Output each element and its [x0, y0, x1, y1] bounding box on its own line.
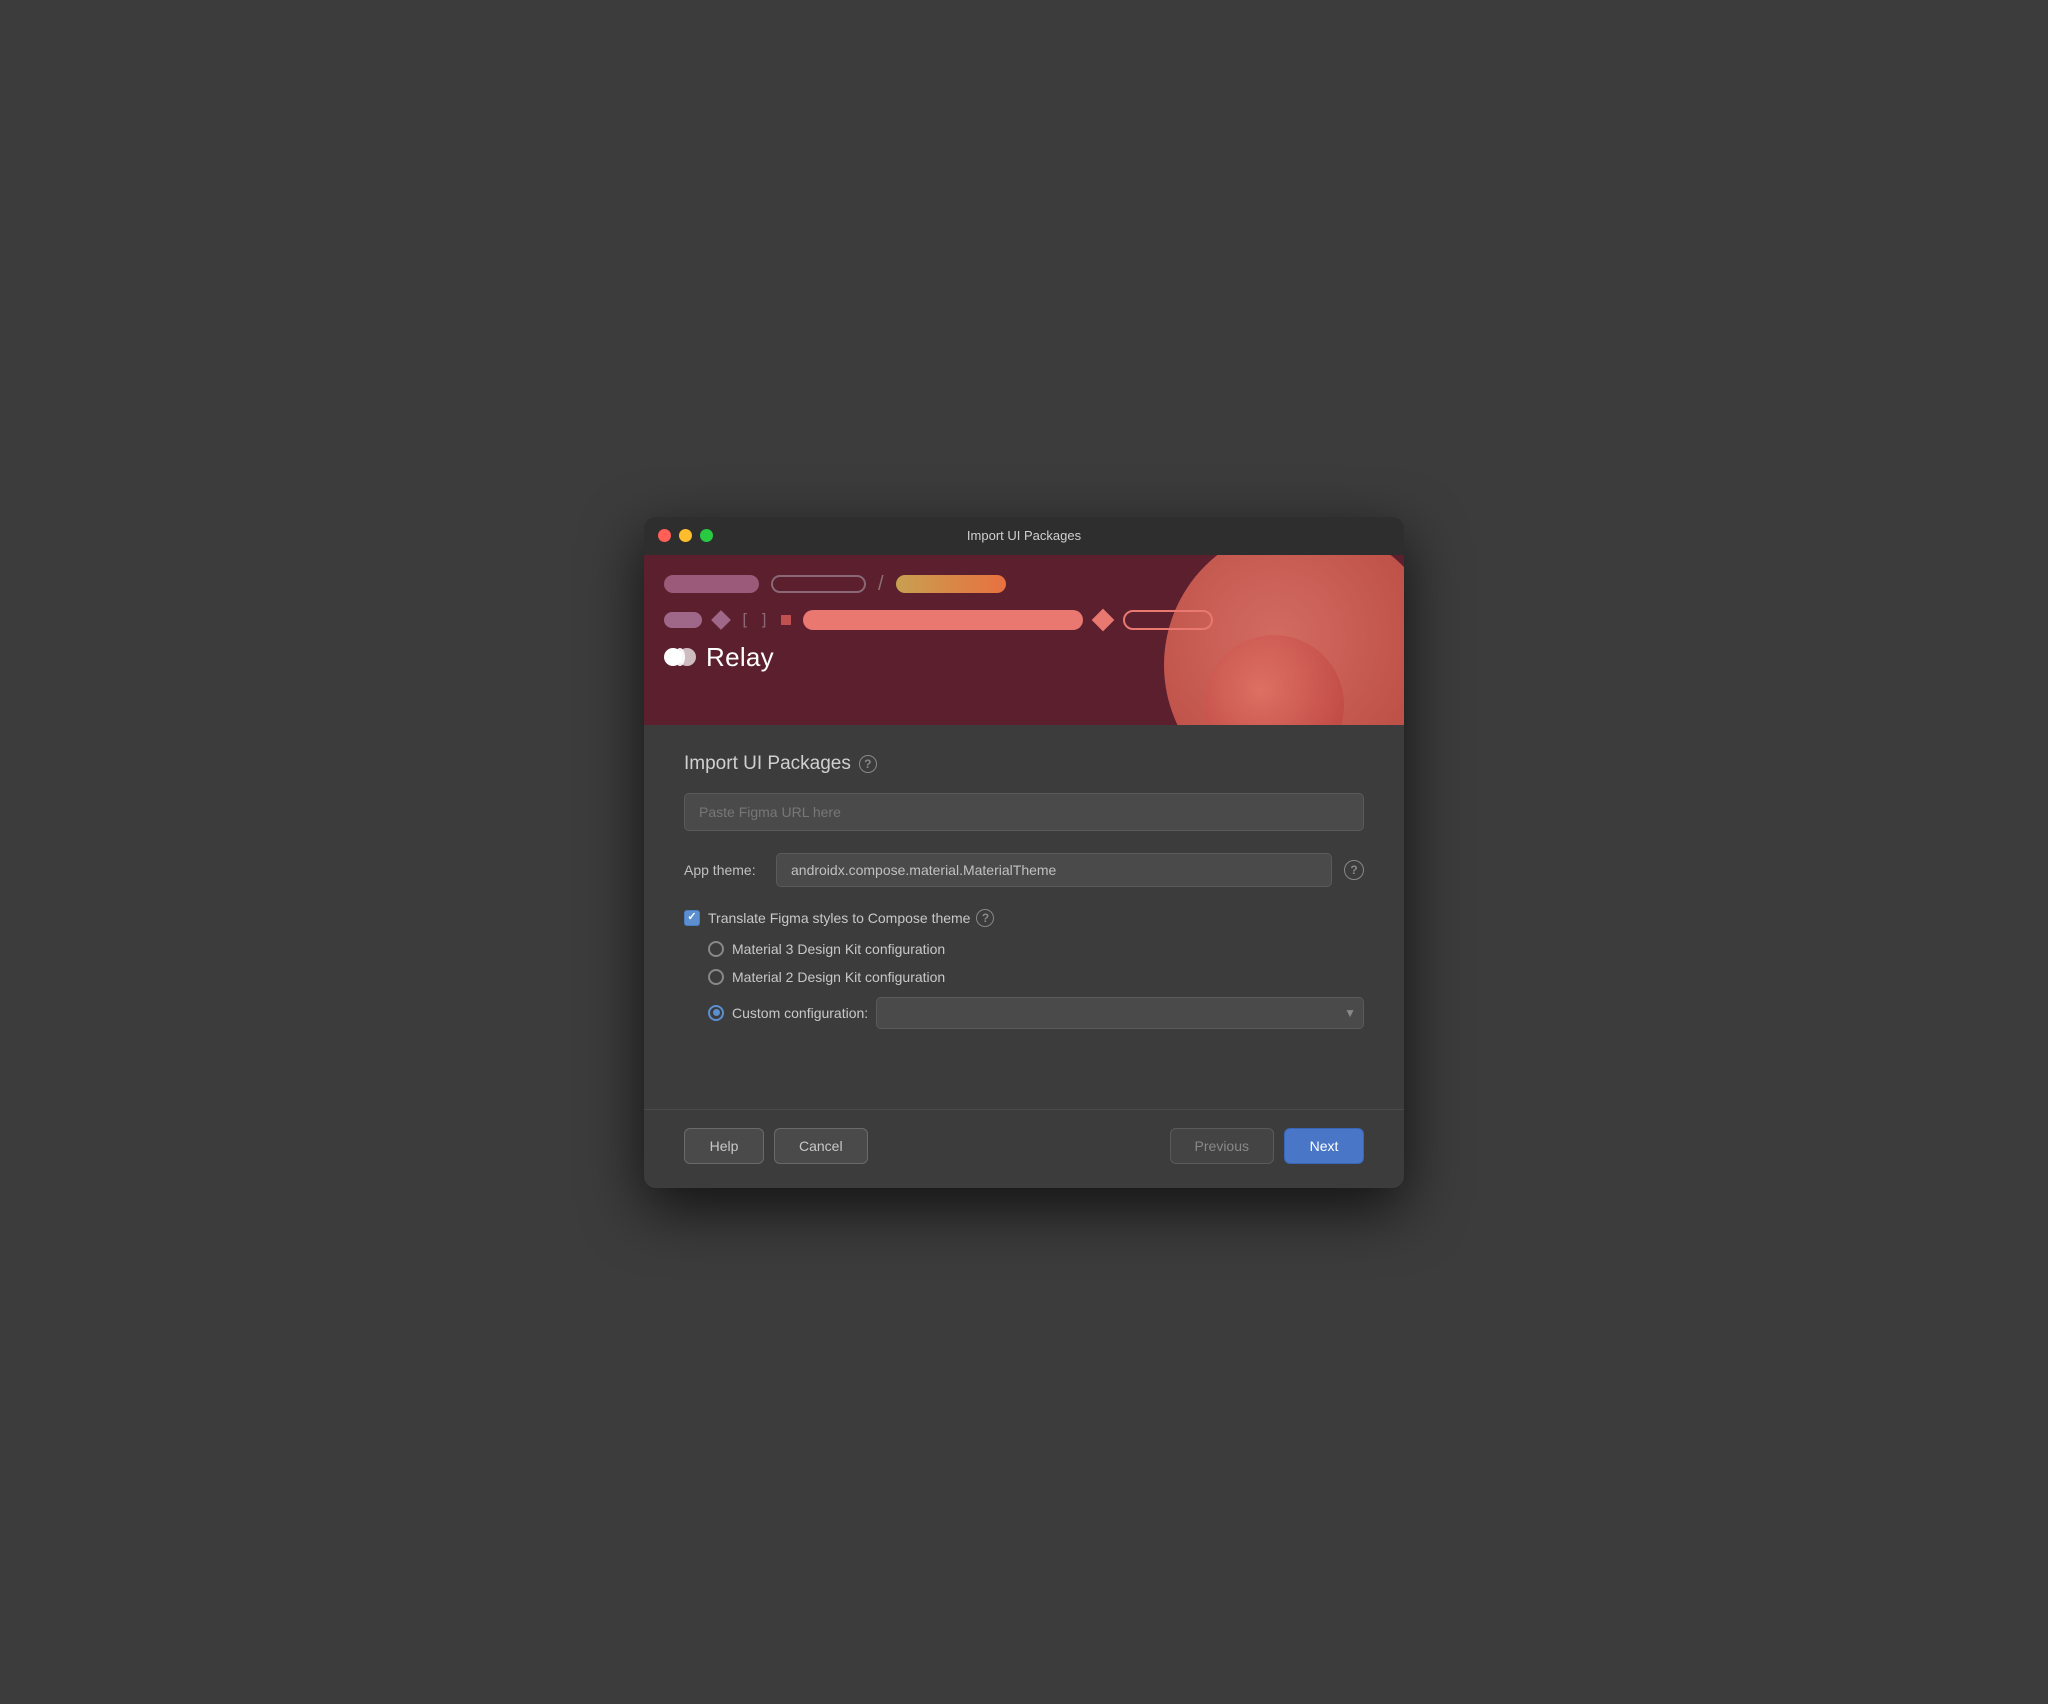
shape-pill-outline: [771, 575, 866, 593]
shape-diamond-icon: [711, 610, 731, 630]
help-button[interactable]: Help: [684, 1128, 764, 1164]
cancel-button[interactable]: Cancel: [774, 1128, 868, 1164]
figma-url-input[interactable]: [684, 793, 1364, 831]
radio-row-custom: Custom configuration: ▼: [708, 997, 1364, 1029]
shape-bracket-icon: [ ]: [740, 610, 769, 629]
app-theme-row: App theme: ?: [684, 853, 1364, 887]
custom-config-input-wrapper: ▼: [876, 997, 1364, 1029]
radio-custom-config[interactable]: [708, 1005, 724, 1021]
bottom-right-buttons: Previous Next: [1170, 1128, 1364, 1164]
radio-group: Material 3 Design Kit configuration Mate…: [708, 941, 1364, 1029]
banner-shapes-row1: /: [664, 573, 1384, 596]
radio-custom-label: Custom configuration:: [732, 1005, 868, 1021]
radio-row-material2: Material 2 Design Kit configuration: [708, 969, 1364, 985]
radio-material3-label: Material 3 Design Kit configuration: [732, 941, 945, 957]
custom-config-dropdown-icon: ▼: [1344, 1006, 1356, 1020]
relay-logo-area: Relay: [664, 642, 1384, 673]
shape-slash-icon: /: [878, 573, 884, 596]
shape-pill-gradient: [896, 575, 1006, 593]
translate-checkbox-label: Translate Figma styles to Compose theme …: [708, 909, 994, 927]
section-help-icon[interactable]: ?: [859, 755, 877, 773]
next-button[interactable]: Next: [1284, 1128, 1364, 1164]
previous-button[interactable]: Previous: [1170, 1128, 1274, 1164]
bottom-bar: Help Cancel Previous Next: [644, 1109, 1404, 1188]
section-title-row: Import UI Packages ?: [684, 753, 1364, 775]
close-button[interactable]: [658, 529, 671, 542]
url-input-wrapper: [684, 793, 1364, 831]
minimize-button[interactable]: [679, 529, 692, 542]
dialog-window: Import UI Packages / [ ]: [644, 517, 1404, 1188]
maximize-button[interactable]: [700, 529, 713, 542]
shape-small-square: [781, 615, 791, 625]
shape-pill-pink-large: [803, 610, 1083, 630]
relay-brand-text: Relay: [706, 642, 774, 673]
shape-pill-filled: [664, 575, 759, 593]
traffic-lights: [658, 529, 713, 542]
app-theme-input[interactable]: [776, 853, 1332, 887]
banner: / [ ] Relay: [644, 555, 1404, 725]
translate-checkbox-row: ✓ Translate Figma styles to Compose them…: [684, 909, 1364, 927]
translate-checkbox[interactable]: ✓: [684, 910, 700, 926]
radio-material2-label: Material 2 Design Kit configuration: [732, 969, 945, 985]
window-title: Import UI Packages: [967, 528, 1081, 543]
translate-help-icon[interactable]: ?: [976, 909, 994, 927]
main-content: Import UI Packages ? App theme: ? ✓ Tran…: [644, 725, 1404, 1049]
custom-config-input[interactable]: [876, 997, 1364, 1029]
relay-logo-icon: [664, 643, 696, 671]
bottom-left-buttons: Help Cancel: [684, 1128, 868, 1164]
section-title-text: Import UI Packages: [684, 753, 851, 775]
radio-material2[interactable]: [708, 969, 724, 985]
shape-small-pill: [664, 612, 702, 628]
translate-label-text: Translate Figma styles to Compose theme: [708, 910, 970, 926]
banner-shapes-row2: [ ]: [664, 610, 1384, 630]
app-theme-help-icon[interactable]: ?: [1344, 860, 1364, 880]
app-theme-label: App theme:: [684, 862, 764, 878]
shape-diamond-pink-icon: [1092, 608, 1115, 631]
radio-material3[interactable]: [708, 941, 724, 957]
title-bar: Import UI Packages: [644, 517, 1404, 555]
radio-row-material3: Material 3 Design Kit configuration: [708, 941, 1364, 957]
checkbox-check-icon: ✓: [687, 912, 696, 923]
shape-pill-outline-pink: [1123, 610, 1213, 630]
